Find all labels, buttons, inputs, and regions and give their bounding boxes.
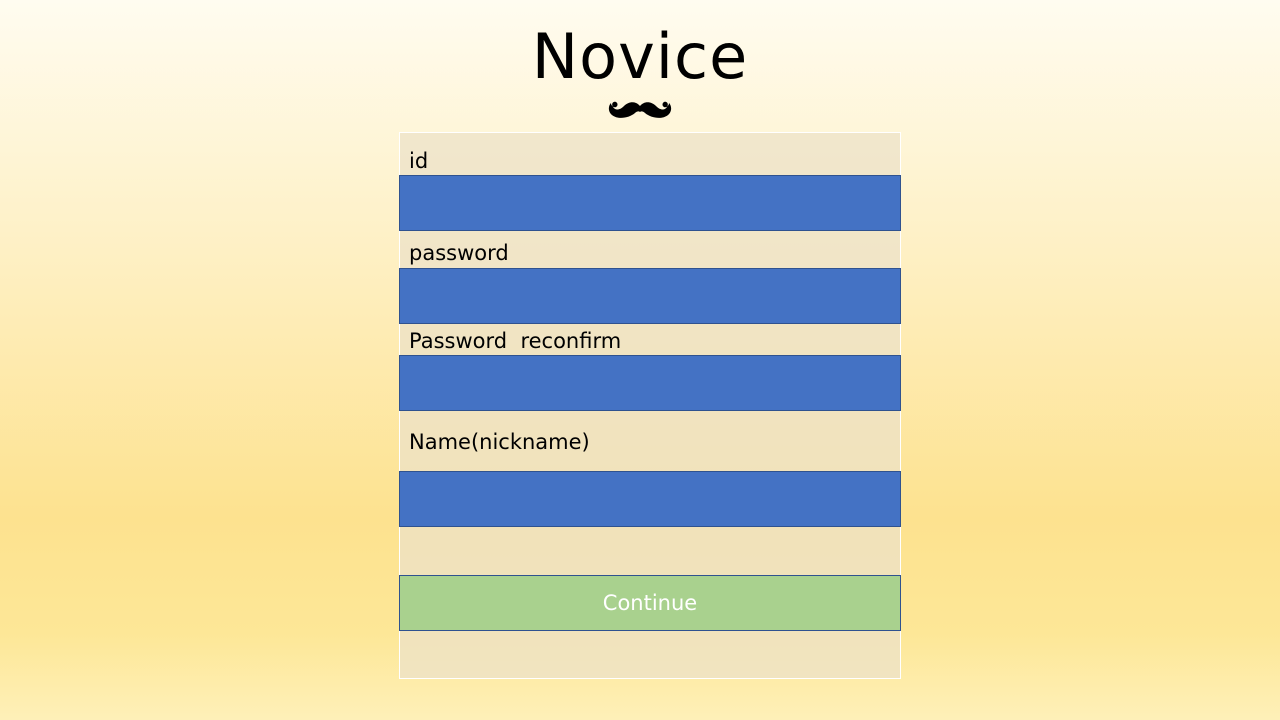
- page-title: Novice: [531, 20, 749, 93]
- mustache-icon: [608, 101, 672, 118]
- nickname-input[interactable]: [399, 471, 901, 527]
- password-reconfirm-label: Password reconfirm: [409, 329, 622, 353]
- id-label: id: [409, 149, 429, 173]
- continue-button[interactable]: Continue: [399, 575, 901, 631]
- password-input[interactable]: [399, 268, 901, 324]
- password-reconfirm-input[interactable]: [399, 355, 901, 411]
- id-input[interactable]: [399, 175, 901, 231]
- password-label: password: [409, 241, 509, 265]
- nickname-label: Name(nickname): [409, 430, 590, 454]
